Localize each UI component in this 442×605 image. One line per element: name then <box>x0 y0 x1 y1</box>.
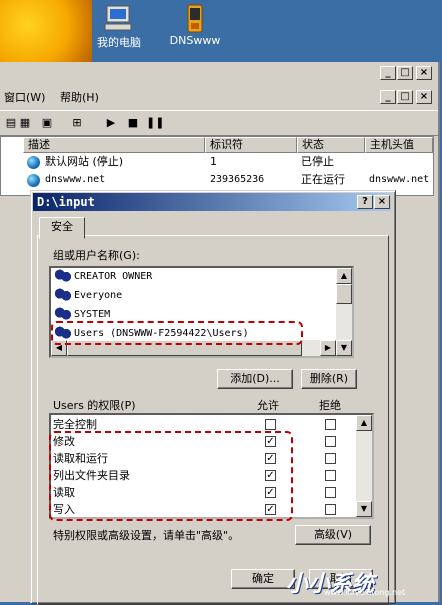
scroll-down-icon[interactable]: ▼ <box>356 501 372 517</box>
remove-button[interactable]: 删除(R) <box>301 369 357 389</box>
users-icon <box>55 288 71 302</box>
cell-status: 已停止 <box>301 155 334 168</box>
column-header-identifier[interactable]: 标识符 <box>205 137 297 153</box>
desktop-icon-label: DNSwww <box>169 34 221 47</box>
dialog-title: D:\input <box>33 193 391 211</box>
scroll-down-icon[interactable]: ▼ <box>336 340 352 356</box>
deny-checkbox[interactable] <box>325 436 336 447</box>
user-name: Everyone <box>74 290 123 301</box>
scroll-up-icon[interactable]: ▲ <box>336 268 352 284</box>
list-item[interactable]: CREATOR OWNER <box>55 268 152 286</box>
user-name: CREATOR OWNER <box>74 271 153 282</box>
help-button[interactable]: ? <box>357 195 373 209</box>
allow-column-label: 允许 <box>257 399 279 412</box>
properties-dialog: D:\input ? × 安全 组或用户名称(G): CREATOR OWNER… <box>30 190 396 605</box>
child-close-button[interactable]: × <box>416 90 432 104</box>
advanced-button[interactable]: 高级(V) <box>295 525 371 545</box>
table-row[interactable]: 默认网站 (停止) 1 已停止 <box>1 154 433 172</box>
user-name: SYSTEM <box>74 309 111 320</box>
column-header-status[interactable]: 状态 <box>297 137 365 153</box>
column-header-description[interactable]: 描述 <box>23 137 205 153</box>
watermark-url: www.ilovexitong.net <box>324 588 406 597</box>
deny-checkbox[interactable] <box>325 487 336 498</box>
help-icon[interactable]: ▣ <box>38 115 56 131</box>
dialog-close-button[interactable]: × <box>374 195 390 209</box>
highlight-users-entry <box>51 321 303 345</box>
export-list-icon[interactable]: ▦ <box>16 115 34 131</box>
menu-help[interactable]: 帮助(H) <box>60 89 99 105</box>
menu-window[interactable]: 窗口(W) <box>4 89 45 105</box>
desktop-wallpaper-shape <box>0 0 92 62</box>
deny-checkbox[interactable] <box>325 419 336 430</box>
desktop-icon-label: 我的电脑 <box>97 36 141 49</box>
globe-icon <box>27 156 40 169</box>
cell-description: dnswww.net <box>45 174 106 185</box>
globe-icon <box>27 174 40 187</box>
desktop-icon-dnswww[interactable]: DNSwww <box>160 4 230 47</box>
deny-checkbox[interactable] <box>325 453 336 464</box>
scroll-right-icon[interactable]: ▶ <box>320 340 336 356</box>
table-row[interactable]: dnswww.net 239365236 正在运行 dnswww.net <box>1 172 433 190</box>
vertical-scrollbar[interactable]: ▲ ▼ <box>356 415 372 517</box>
cell-description: 默认网站 (停止) <box>45 155 124 168</box>
add-button[interactable]: 添加(D)... <box>217 369 293 389</box>
window-title-bar <box>0 62 438 82</box>
stop-icon[interactable]: ■ <box>124 115 142 131</box>
play-icon[interactable]: ▶ <box>102 115 120 131</box>
deny-column-label: 拒绝 <box>319 399 341 412</box>
desktop-icon-my-computer[interactable]: 我的电脑 <box>84 4 154 50</box>
computer-icon <box>104 5 132 31</box>
pda-icon <box>187 4 203 33</box>
pause-icon[interactable]: ❚❚ <box>146 115 164 131</box>
child-restore-button[interactable]: □ <box>397 90 413 104</box>
users-icon <box>55 269 71 283</box>
users-icon <box>55 307 71 321</box>
scroll-up-icon[interactable]: ▲ <box>356 415 372 431</box>
child-minimize-button[interactable]: _ <box>380 90 396 104</box>
highlight-permissions <box>49 431 293 521</box>
permissions-label: Users 的权限(P) <box>53 399 136 412</box>
column-header-host[interactable]: 主机头值 <box>365 137 433 153</box>
group-label: 组或用户名称(G): <box>53 249 140 262</box>
toolbar: ▤ ▦ ▣ ⊞ ▶ ■ ❚❚ <box>0 110 438 136</box>
tab-security[interactable]: 安全 <box>39 217 85 239</box>
cell-identifier: 239365236 <box>210 174 265 185</box>
deny-checkbox[interactable] <box>325 504 336 515</box>
menu-bar: 窗口(W) 帮助(H) _ □ × <box>0 86 438 106</box>
allow-checkbox[interactable] <box>265 419 276 430</box>
cell-host: dnswww.net <box>369 174 430 185</box>
close-button[interactable]: × <box>416 66 432 80</box>
maximize-button[interactable]: □ <box>397 66 413 80</box>
computer-icon[interactable]: ⊞ <box>68 115 86 131</box>
vertical-scrollbar[interactable]: ▲ ▼ <box>336 268 352 356</box>
watermark: 小小系统 www.ilovexitong.net <box>286 564 436 598</box>
deny-checkbox[interactable] <box>325 470 336 481</box>
cell-identifier: 1 <box>210 155 217 168</box>
website-list: 描述 标识符 状态 主机头值 默认网站 (停止) 1 已停止 dnswww.ne… <box>0 136 434 196</box>
cell-status: 正在运行 <box>301 173 345 186</box>
scroll-thumb[interactable] <box>336 284 352 304</box>
list-item[interactable]: Everyone <box>55 287 122 305</box>
advanced-note: 特别权限或高级设置，请单击"高级"。 <box>53 529 240 542</box>
minimize-button[interactable]: _ <box>380 66 396 80</box>
